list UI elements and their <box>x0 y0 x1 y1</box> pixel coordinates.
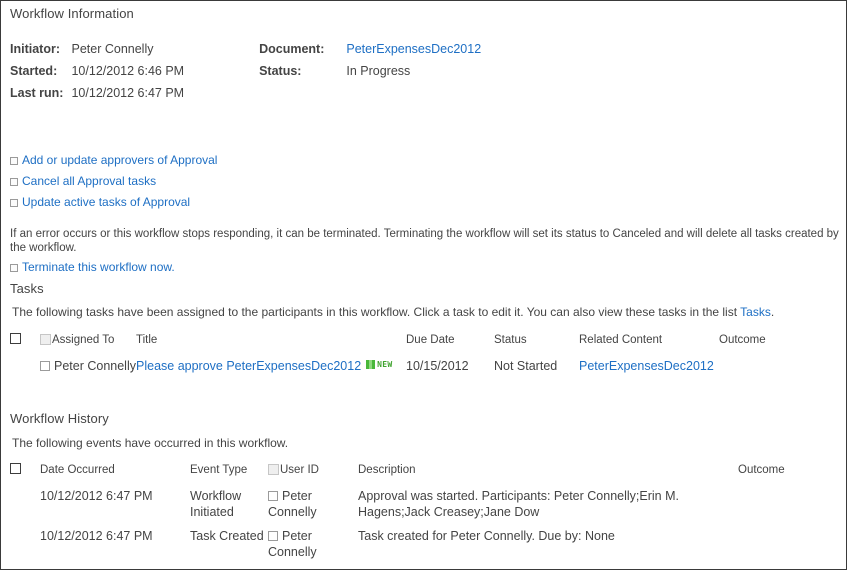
missing-image-icon <box>40 334 51 345</box>
document-link[interactable]: PeterExpensesDec2012 <box>346 42 481 56</box>
checkbox-icon[interactable] <box>10 333 21 344</box>
workflow-status-page: Workflow Information Initiator: Peter Co… <box>0 0 847 570</box>
history-row-event-type: Workflow Initiated <box>190 489 242 519</box>
checkbox-icon[interactable] <box>10 463 21 474</box>
spacer-cell-3 <box>184 86 259 108</box>
terminate-notice-text: If an error occurs or this workflow stop… <box>10 228 839 254</box>
history-row-description: Approval was started. Participants: Pete… <box>358 489 679 519</box>
workflow-actions-list: Add or update approvers of Approval Canc… <box>10 153 840 216</box>
related-content-link[interactable]: PeterExpensesDec2012 <box>579 359 714 373</box>
tasks-row-status: Not Started <box>494 359 558 373</box>
history-row-outcome <box>738 522 840 562</box>
history-row-user-id: Peter Connelly <box>268 482 358 522</box>
tasks-row-assigned-to-label: Peter Connelly <box>54 359 136 373</box>
checkbox-icon[interactable] <box>40 361 50 371</box>
square-bullet-icon <box>10 199 18 207</box>
action-link-label[interactable]: Cancel all Approval tasks <box>22 174 156 188</box>
new-badge-label: NEW <box>377 360 393 369</box>
history-col-event-type: Event Type <box>190 464 248 476</box>
history-col-outcome: Outcome <box>738 464 785 476</box>
terminate-workflow-action[interactable]: Terminate this workflow now. <box>10 260 842 274</box>
tasks-col-assigned-to-label: Assigned To <box>52 334 115 346</box>
tasks-row-related-content: PeterExpensesDec2012 <box>579 352 719 376</box>
tasks-row-spacer <box>10 352 40 376</box>
tasks-list-link[interactable]: Tasks <box>740 305 771 319</box>
empty-cell-1 <box>259 86 346 108</box>
table-row[interactable]: 10/12/2012 6:47 PM Task Created Peter Co… <box>10 522 840 562</box>
tasks-select-all-header[interactable] <box>10 333 40 352</box>
workflow-history-heading: Workflow History <box>10 411 109 426</box>
initiator-label: Initiator: <box>10 42 60 56</box>
table-row[interactable]: 10/12/2012 6:47 PM Workflow Initiated Pe… <box>10 482 840 522</box>
workflow-information-heading: Workflow Information <box>10 6 134 21</box>
tasks-heading: Tasks <box>10 281 44 296</box>
history-row-date-occurred: 10/12/2012 6:47 PM <box>40 529 153 543</box>
tasks-description: The following tasks have been assigned t… <box>12 305 774 319</box>
tasks-row-assigned-to: Peter Connelly <box>40 352 136 376</box>
history-col-date-occurred: Date Occurred <box>40 464 115 476</box>
action-link-label[interactable]: Add or update approvers of Approval <box>22 153 217 167</box>
status-label: Status: <box>259 64 302 78</box>
document-label: Document: <box>259 42 325 56</box>
history-row-spacer <box>10 482 40 522</box>
tasks-table-header-row: Assigned To Title Due Date Status Relate… <box>10 333 840 352</box>
history-row-description: Task created for Peter Connelly. Due by:… <box>358 529 615 543</box>
new-badge-icon <box>366 360 376 369</box>
task-title-link[interactable]: Please approve PeterExpensesDec2012 <box>136 359 361 373</box>
history-row-user-id: Peter Connelly <box>268 522 358 562</box>
tasks-description-text: The following tasks have been assigned t… <box>12 305 741 319</box>
tasks-col-title: Title <box>136 334 158 346</box>
history-select-all-header[interactable] <box>10 463 40 482</box>
terminate-workflow-link[interactable]: Terminate this workflow now. <box>22 260 175 274</box>
checkbox-icon[interactable] <box>268 531 278 541</box>
history-col-user-id-label: User ID <box>280 464 319 476</box>
tasks-col-outcome: Outcome <box>719 334 766 346</box>
document-value-cell: PeterExpensesDec2012 <box>346 42 481 64</box>
table-row[interactable]: Peter Connelly Please approve PeterExpen… <box>10 352 840 376</box>
tasks-col-related-content: Related Content <box>579 334 663 346</box>
history-row-event-type: Task Created <box>190 529 264 543</box>
tasks-col-assigned-to: Assigned To <box>40 333 136 352</box>
last-run-value: 10/12/2012 6:47 PM <box>71 86 185 100</box>
empty-cell-2 <box>346 86 481 108</box>
tasks-row-outcome <box>719 352 840 376</box>
history-col-user-id: User ID <box>268 463 358 482</box>
tasks-row-due-date: 10/15/2012 <box>406 359 469 373</box>
workflow-information-panel: Initiator: Peter Connelly Document: Pete… <box>10 42 830 108</box>
tasks-col-status: Status <box>494 334 527 346</box>
tasks-col-due-date: Due Date <box>406 334 455 346</box>
square-bullet-icon <box>10 264 18 272</box>
history-table-header-row: Date Occurred Event Type User ID Descrip… <box>10 463 840 482</box>
status-value: In Progress <box>346 64 411 78</box>
spacer-cell-2 <box>184 64 259 86</box>
action-add-update-approvers[interactable]: Add or update approvers of Approval <box>10 153 840 167</box>
history-row-outcome <box>738 482 840 522</box>
started-label: Started: <box>10 64 58 78</box>
workflow-history-table: Date Occurred Event Type User ID Descrip… <box>10 463 840 562</box>
history-row-spacer <box>10 522 40 562</box>
checkbox-icon[interactable] <box>268 491 278 501</box>
history-row-date-occurred: 10/12/2012 6:47 PM <box>40 489 153 503</box>
started-value: 10/12/2012 6:46 PM <box>71 64 185 78</box>
action-cancel-all-tasks[interactable]: Cancel all Approval tasks <box>10 174 840 188</box>
tasks-row-title: Please approve PeterExpensesDec2012 NEW <box>136 352 406 376</box>
action-update-active-tasks[interactable]: Update active tasks of Approval <box>10 195 840 209</box>
history-col-description: Description <box>358 464 416 476</box>
spacer-cell <box>184 42 259 64</box>
square-bullet-icon <box>10 178 18 186</box>
workflow-history-description: The following events have occurred in th… <box>12 436 289 450</box>
tasks-table: Assigned To Title Due Date Status Relate… <box>10 333 840 376</box>
terminate-workflow-block: If an error occurs or this workflow stop… <box>10 227 842 274</box>
last-run-label: Last run: <box>10 86 64 100</box>
missing-image-icon <box>268 464 279 475</box>
initiator-value: Peter Connelly <box>71 42 154 56</box>
action-link-label[interactable]: Update active tasks of Approval <box>22 195 190 209</box>
new-badge: NEW <box>366 360 392 369</box>
square-bullet-icon <box>10 157 18 165</box>
tasks-description-period: . <box>770 305 775 319</box>
